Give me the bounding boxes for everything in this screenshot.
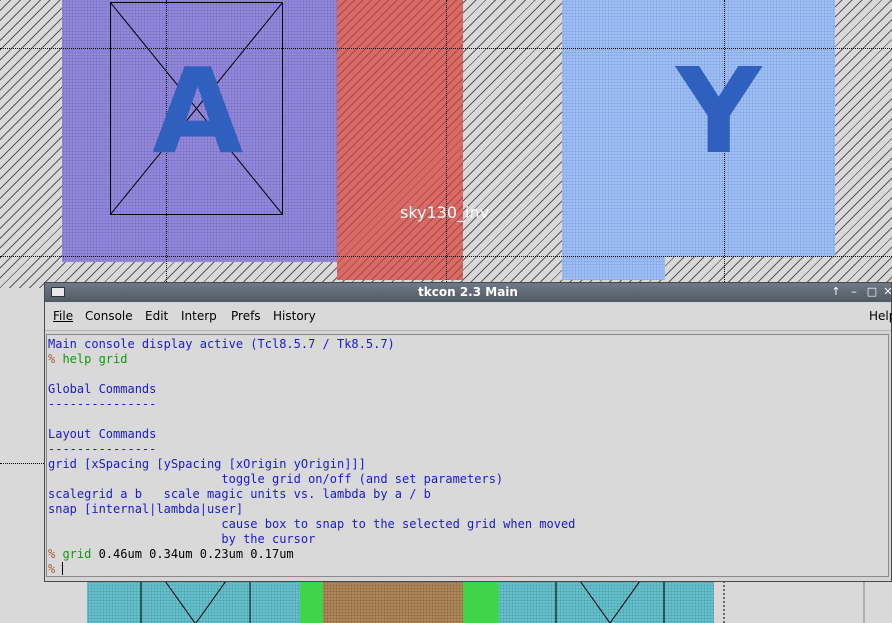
console-line-text: toggle grid on/off (and set parameters): [48, 472, 504, 486]
menu-console-label: Console: [85, 309, 133, 323]
console-command-args: 0.46um 0.34um 0.23um 0.17um: [91, 547, 294, 561]
console-line: Main console display active (Tcl8.5.7 / …: [48, 337, 575, 352]
grid-line: [446, 0, 447, 288]
console-line: grid [xSpacing [ySpacing [xOrigin yOrigi…: [48, 457, 575, 472]
window-title: tkcon 2.3 Main: [418, 285, 518, 299]
menu-console[interactable]: Console: [85, 309, 133, 323]
menu-history-label: History: [273, 309, 316, 323]
menu-file[interactable]: File: [53, 309, 73, 323]
console-line-text: ---------------: [48, 397, 157, 411]
console-input-line[interactable]: %: [48, 562, 575, 576]
console-line: toggle grid on/off (and set parameters): [48, 472, 575, 487]
menu-edit-label: Edit: [145, 309, 169, 323]
console-line-text: snap [internal|lambda|user]: [48, 502, 244, 516]
grid-line: [0, 463, 44, 464]
menu-interp[interactable]: Interp: [181, 309, 217, 323]
menu-prefs[interactable]: Prefs: [231, 309, 261, 323]
console-text-area[interactable]: Main console display active (Tcl8.5.7 / …: [46, 334, 889, 577]
menu-help-label: Help: [869, 309, 892, 323]
console-line: % grid 0.46um 0.34um 0.23um 0.17um: [48, 547, 575, 562]
minimize-icon[interactable]: –: [847, 285, 861, 299]
console-output: Main console display active (Tcl8.5.7 / …: [48, 337, 575, 576]
pin-label-y: Y: [676, 42, 762, 180]
menu-file-label: File: [53, 309, 74, 323]
grid-line: [0, 256, 892, 257]
console-command: grid: [62, 547, 92, 561]
text-cursor: [62, 562, 64, 575]
poly-gate-area: [337, 0, 463, 280]
console-line: snap [internal|lambda|user]: [48, 502, 575, 517]
menu-history[interactable]: History: [273, 309, 316, 323]
console-prompt: %: [48, 562, 63, 576]
console-prompt: %: [48, 352, 63, 366]
menu-help[interactable]: Help: [869, 309, 892, 323]
console-line-text: by the cursor: [48, 532, 316, 546]
console-line-text: ---------------: [48, 442, 157, 456]
tkcon-window[interactable]: tkcon 2.3 Main ↑ – □ ✕ File Console Edit…: [44, 282, 892, 582]
raise-icon[interactable]: ↑: [829, 285, 843, 299]
console-line-text: Layout Commands: [48, 427, 157, 441]
close-icon[interactable]: ✕: [881, 285, 892, 299]
cell-name-label: sky130_inv: [400, 203, 490, 222]
menu-prefs-label: Prefs: [231, 309, 261, 323]
console-line-text: Global Commands: [48, 382, 157, 396]
console-line: % help grid: [48, 352, 575, 367]
pin-label-a: A: [152, 42, 244, 180]
console-line-text: help grid: [62, 352, 128, 366]
menu-interp-label: Interp: [181, 309, 217, 323]
bottom-contact-marks: [140, 581, 865, 623]
console-prompt: %: [48, 547, 63, 561]
console-line-text: scalegrid a b scale magic units vs. lamb…: [48, 487, 431, 501]
console-line-text: cause box to snap to the selected grid w…: [48, 517, 576, 531]
console-line: ---------------: [48, 397, 575, 412]
console-line: by the cursor: [48, 532, 575, 547]
console-line-text: grid [xSpacing [ySpacing [xOrigin yOrigi…: [48, 457, 366, 471]
console-line-text: Main console display active (Tcl8.5.7 / …: [48, 337, 395, 351]
console-line: cause box to snap to the selected grid w…: [48, 517, 575, 532]
console-line: scalegrid a b scale magic units vs. lamb…: [48, 487, 575, 502]
maximize-icon[interactable]: □: [865, 285, 879, 299]
console-line: Global Commands: [48, 382, 575, 397]
console-line: Layout Commands: [48, 427, 575, 442]
console-line: ---------------: [48, 442, 575, 457]
pin-y-extension: [562, 257, 665, 280]
menu-edit[interactable]: Edit: [145, 309, 168, 323]
title-bar[interactable]: tkcon 2.3 Main ↑ – □ ✕: [45, 283, 892, 302]
menu-bar: File Console Edit Interp Prefs History H…: [45, 303, 892, 331]
